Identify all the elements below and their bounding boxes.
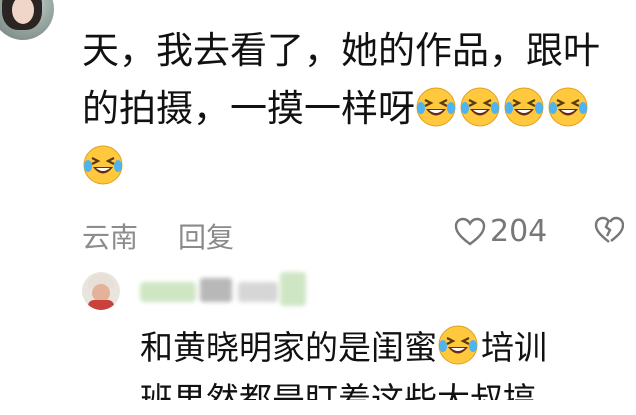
commenter-username-blurred[interactable]	[80, 0, 270, 10]
comment-line-1: 天，我去看了，她的作品，跟叶	[82, 29, 600, 72]
reply-line-1b: 培训	[481, 328, 547, 367]
like-button[interactable]: 204	[454, 214, 547, 249]
laughing-crying-emoji-icon	[459, 86, 501, 128]
reply-avatar[interactable]	[82, 272, 120, 310]
laughing-crying-emoji-icon	[82, 144, 124, 186]
blur-block	[238, 282, 278, 302]
reply-button[interactable]: 回复	[178, 216, 234, 256]
reply-username-blurred[interactable]	[140, 272, 310, 306]
heart-icon	[454, 217, 486, 245]
location-label: 云南	[82, 221, 139, 254]
blur-block	[140, 282, 196, 302]
reply-line-2: 班果然都是盯着这些大叔搞	[140, 380, 536, 400]
reply-line-1a: 和黄晓明家的是闺蜜	[140, 328, 437, 367]
comment-line-2: 的拍摄，一摸一样呀	[82, 80, 622, 138]
commenter-avatar[interactable]	[0, 0, 54, 40]
reply-text: 和黄晓明家的是闺蜜 培训 班果然都是盯着这些大叔搞	[140, 322, 620, 400]
comment-line-3	[82, 138, 622, 196]
blur-block	[280, 272, 306, 306]
comment-text: 天，我去看了，她的作品，跟叶 的拍摄，一摸一样呀	[82, 22, 622, 196]
laughing-crying-emoji-icon	[503, 86, 545, 128]
laughing-crying-emoji-icon	[547, 86, 589, 128]
comment-meta-row: 云南 回复 204	[82, 212, 636, 256]
reply-line-1: 和黄晓明家的是闺蜜 培训	[140, 322, 620, 374]
laughing-crying-emoji-icon	[437, 324, 479, 366]
like-count: 204	[490, 214, 548, 249]
broken-heart-icon[interactable]	[594, 216, 625, 253]
comment-line-2-text: 的拍摄，一摸一样呀	[82, 87, 415, 130]
avatar-shirt	[88, 300, 114, 310]
laughing-crying-emoji-icon	[415, 86, 457, 128]
blur-block	[200, 278, 232, 302]
